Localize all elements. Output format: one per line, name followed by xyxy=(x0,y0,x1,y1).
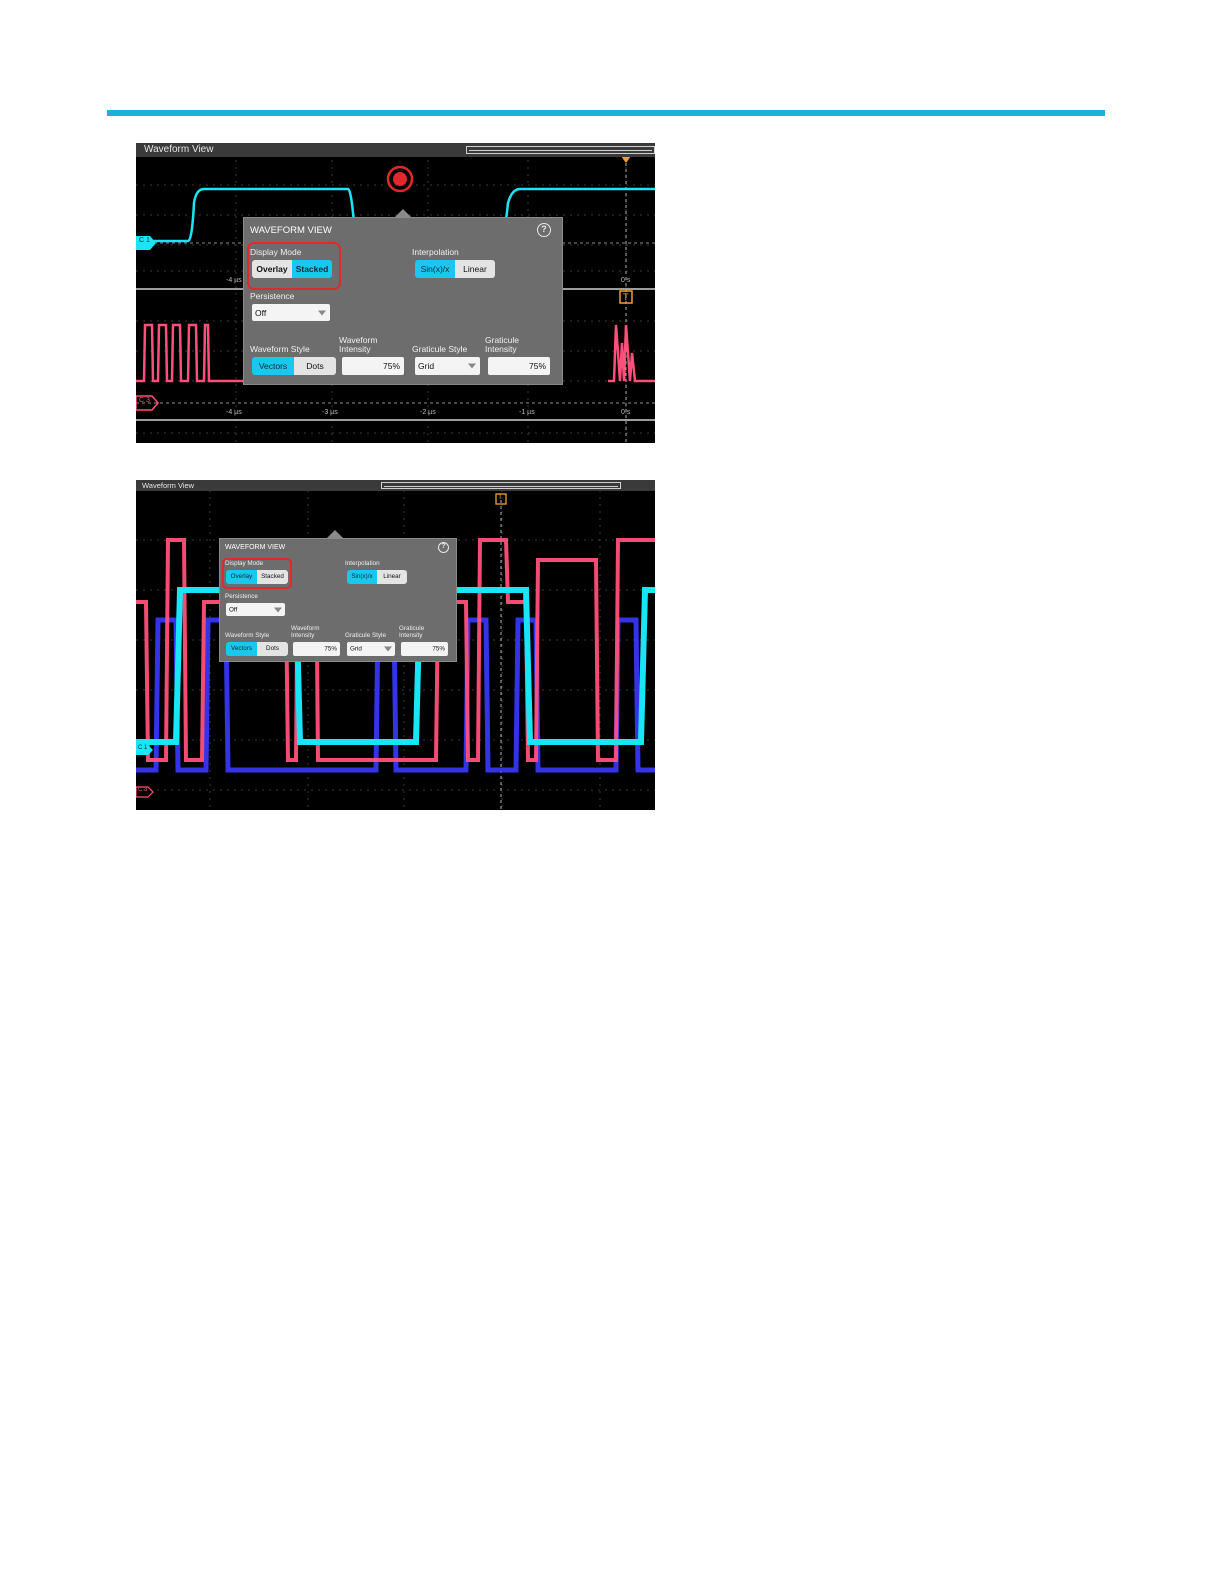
persistence-value: Off xyxy=(255,307,267,318)
chevron-down-icon xyxy=(468,363,476,369)
interpolation-label: Interpolation xyxy=(412,247,459,257)
panel-notch xyxy=(327,530,343,538)
panel-title: WAVEFORM VIEW xyxy=(225,544,286,551)
panel-notch xyxy=(395,209,411,217)
graticule-intensity-input[interactable]: 75% xyxy=(488,357,550,375)
graticule-style-select[interactable]: Grid xyxy=(347,642,395,656)
waveform-view-panel: WAVEFORM VIEW ? Display Mode Overlay Sta… xyxy=(219,530,457,662)
ch1-badge-label[interactable]: C 1 xyxy=(138,745,147,751)
waveform-intensity-input[interactable]: 75% xyxy=(342,357,404,375)
persistence-label: Persistence xyxy=(225,593,258,600)
help-icon[interactable]: ? xyxy=(438,542,449,553)
tick-lower-3: -1 µs xyxy=(519,409,535,416)
display-mode-highlight xyxy=(247,242,341,290)
ch3-badge-label[interactable]: C 3 xyxy=(139,397,150,404)
graticule-style-label: Graticule Style xyxy=(412,344,468,354)
waveform-style-vectors-button[interactable]: Vectors xyxy=(252,357,294,375)
ch1-badge-label[interactable]: C 1 xyxy=(139,237,150,244)
waveform-intensity-label-2: Intensity xyxy=(291,632,315,639)
trigger-arrow xyxy=(621,156,631,163)
interpolation-linear-button[interactable]: Linear xyxy=(377,570,407,584)
waveform-intensity-value: 75% xyxy=(382,361,400,371)
header-accent-bar xyxy=(107,110,1105,116)
tick-lower-0: -4 µs xyxy=(226,409,242,416)
panel-title: WAVEFORM VIEW xyxy=(250,225,332,236)
persistence-select[interactable]: Off xyxy=(252,304,330,321)
ch3-badge-label[interactable]: C 3 xyxy=(138,787,147,793)
interpolation-label: Interpolation xyxy=(345,560,380,567)
interpolation-toggle[interactable]: Sin(x)/x Linear xyxy=(415,260,495,278)
graticule-intensity-input[interactable]: 75% xyxy=(401,642,448,656)
graticule-intensity-value: 75% xyxy=(432,645,445,653)
interpolation-toggle[interactable]: Sin(x)/x Linear xyxy=(347,570,407,584)
persistence-select[interactable]: Off xyxy=(226,603,285,616)
waveform-style-dots-button[interactable]: Dots xyxy=(257,642,288,656)
view-title: Waveform View xyxy=(142,481,195,490)
waveform-style-label: Waveform Style xyxy=(225,632,270,639)
chevron-down-icon xyxy=(274,607,282,612)
trigger-marker-label: T xyxy=(623,292,629,302)
display-mode-highlight xyxy=(222,558,292,589)
graticule-style-select[interactable]: Grid xyxy=(415,357,480,375)
help-icon[interactable]: ? xyxy=(537,223,551,237)
view-title: Waveform View xyxy=(144,144,214,155)
chevron-down-icon xyxy=(318,310,326,315)
graticule-style-value: Grid xyxy=(350,645,362,653)
graticule-style-label: Graticule Style xyxy=(345,632,386,639)
graticule-intensity-value: 75% xyxy=(528,361,546,371)
waveform-style-label: Waveform Style xyxy=(250,344,310,354)
view-title-bar: Waveform View xyxy=(136,480,655,491)
interpolation-linear-button[interactable]: Linear xyxy=(455,260,495,278)
waveform-view-panel: WAVEFORM VIEW ? Display Mode Overlay Sta… xyxy=(243,209,563,385)
view-title-bar: Waveform View xyxy=(136,143,655,157)
waveform-view-overlay[interactable]: C 1 C 3 T Waveform View WAVEFORM VIEW ? … xyxy=(136,480,655,810)
waveform-intensity-value: 75% xyxy=(324,645,337,653)
waveform-style-toggle[interactable]: Vectors Dots xyxy=(252,357,336,375)
tick-upper-1: 0 s xyxy=(621,277,631,284)
chevron-down-icon xyxy=(384,646,392,652)
tick-lower-2: -2 µs xyxy=(420,409,436,416)
waveform-intensity-label-2: Intensity xyxy=(339,344,371,354)
waveform-style-vectors-button[interactable]: Vectors xyxy=(226,642,257,656)
waveform-style-dots-button[interactable]: Dots xyxy=(294,357,336,375)
graticule-intensity-label-2: Intensity xyxy=(485,344,517,354)
persistence-label: Persistence xyxy=(250,291,295,301)
record-range-indicator[interactable] xyxy=(381,482,621,489)
waveform-intensity-input[interactable]: 75% xyxy=(293,642,340,656)
tick-upper-0: -4 µs xyxy=(226,277,242,284)
interpolation-sinx-button[interactable]: Sin(x)/x xyxy=(415,260,455,278)
tick-lower-4: 0 s xyxy=(621,409,631,416)
graticule-style-value: Grid xyxy=(418,361,435,371)
persistence-value: Off xyxy=(229,606,238,613)
interpolation-sinx-button[interactable]: Sin(x)/x xyxy=(347,570,377,584)
trigger-marker-label: T xyxy=(498,494,503,501)
waveform-style-toggle[interactable]: Vectors Dots xyxy=(226,642,288,656)
waveform-view-stacked[interactable]: C 1 C 3 T Waveform View -4 µs 0 s -4 µs … xyxy=(136,143,655,443)
record-range-indicator[interactable] xyxy=(466,146,655,154)
tick-lower-1: -3 µs xyxy=(322,409,338,416)
graticule-intensity-label-2: Intensity xyxy=(399,632,423,639)
record-indicator-dot xyxy=(393,172,407,186)
